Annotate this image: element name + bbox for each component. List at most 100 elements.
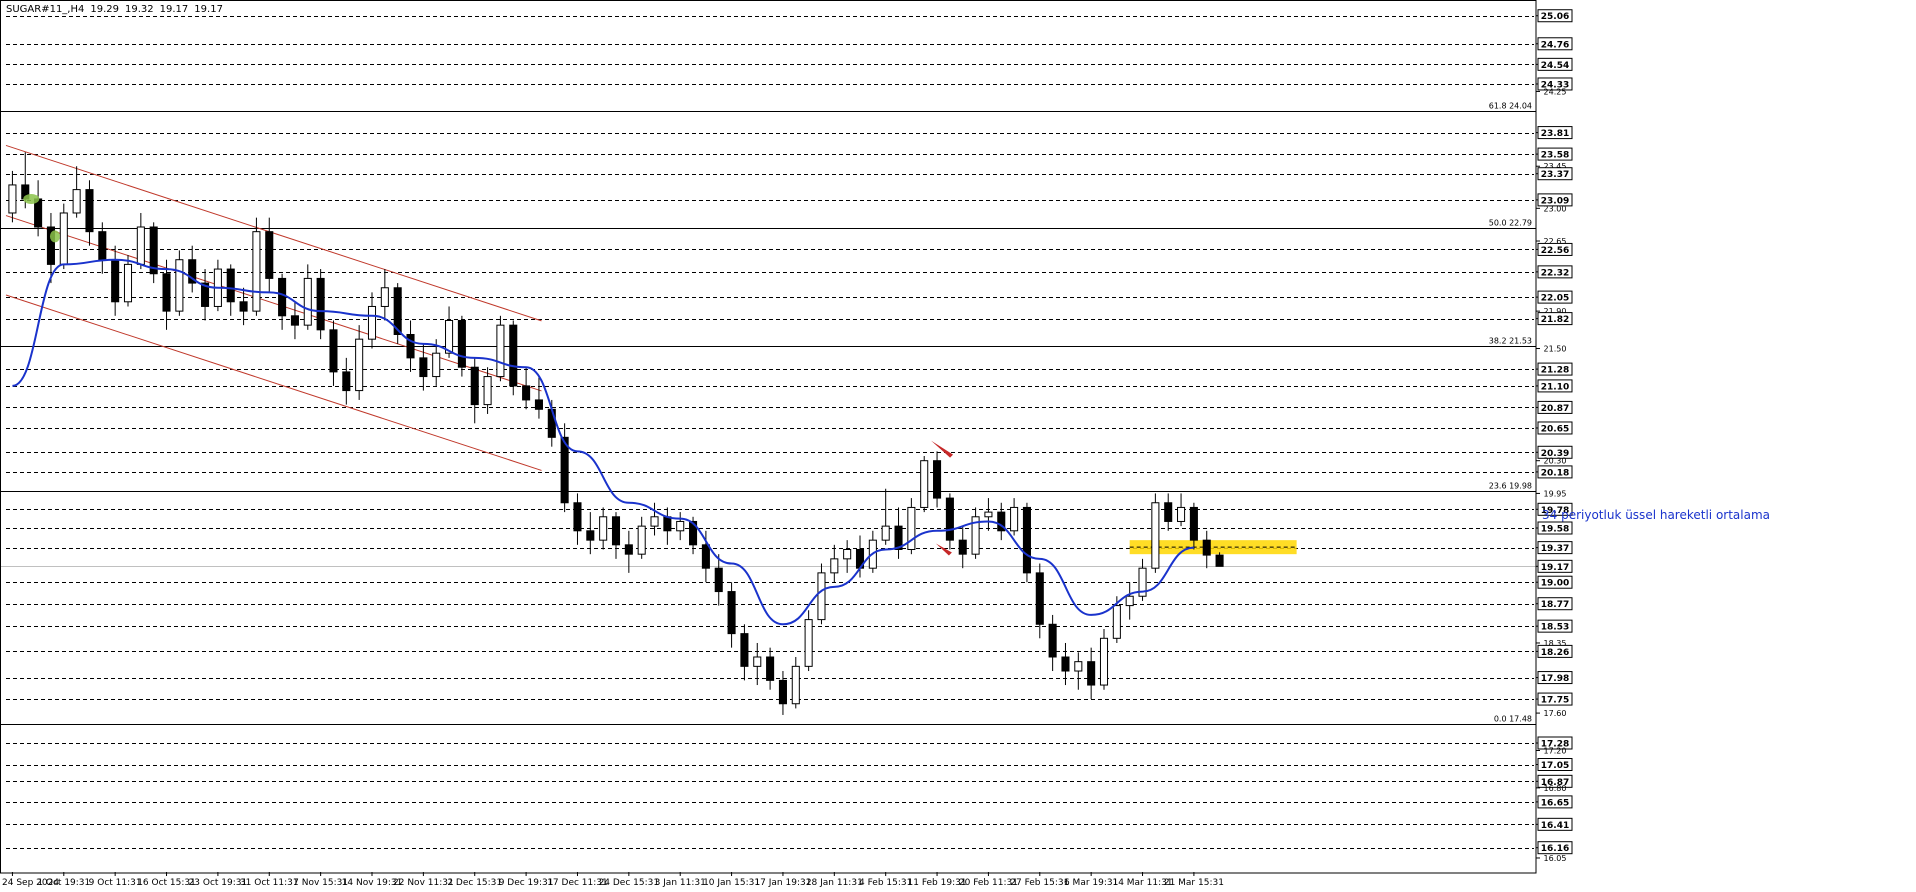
candle-body bbox=[920, 460, 929, 508]
candle-body bbox=[1125, 595, 1134, 607]
x-tick-label: 17 Jan 19:31 bbox=[754, 878, 811, 888]
candle[interactable] bbox=[252, 217, 261, 316]
candle-body bbox=[252, 231, 261, 312]
candle[interactable] bbox=[175, 250, 184, 316]
candle-body bbox=[547, 408, 556, 438]
y-tick-label: 18.26 bbox=[1541, 648, 1569, 658]
candle-body bbox=[342, 371, 351, 392]
x-tick-label: 4 Feb 15:31 bbox=[859, 878, 912, 888]
candle-body bbox=[509, 324, 518, 387]
candle-body bbox=[329, 329, 338, 373]
candle[interactable] bbox=[393, 283, 402, 344]
candle-body bbox=[714, 567, 723, 593]
y-tick-label: 20.18 bbox=[1541, 468, 1569, 478]
candle-body bbox=[496, 324, 505, 378]
candle-body bbox=[239, 301, 248, 312]
y-tick-label: 24.54 bbox=[1541, 61, 1569, 71]
green-marker bbox=[49, 230, 60, 243]
open-value: 19.29 bbox=[90, 4, 120, 15]
symbol-header: SUGAR#11_,H4 19.29 19.32 19.17 19.17 bbox=[6, 4, 229, 15]
candle-body bbox=[701, 544, 710, 569]
y-tick-label: 20.30 bbox=[1544, 457, 1567, 466]
x-tick-label: 23 Oct 19:31 bbox=[189, 878, 248, 888]
y-tick-label: 17.60 bbox=[1544, 709, 1567, 718]
candle-body bbox=[1177, 506, 1186, 522]
x-tick-label: 6 Mar 19:31 bbox=[1064, 878, 1118, 888]
x-tick-label: 31 Oct 11:31 bbox=[240, 878, 299, 888]
candle-body bbox=[162, 273, 171, 312]
candle-body bbox=[624, 544, 633, 555]
candle[interactable] bbox=[59, 203, 68, 270]
candle-body bbox=[573, 502, 582, 532]
candle[interactable] bbox=[920, 456, 929, 513]
candle-body bbox=[753, 656, 762, 667]
y-tick-label: 18.77 bbox=[1541, 600, 1569, 610]
candle-body bbox=[522, 385, 531, 401]
candle[interactable] bbox=[457, 315, 466, 377]
candle-body bbox=[843, 549, 852, 560]
candle-body bbox=[611, 516, 621, 546]
candle-body bbox=[1215, 554, 1224, 567]
y-tick-label: 18.53 bbox=[1541, 623, 1569, 633]
candle-body bbox=[380, 287, 389, 307]
x-tick-label: 10 Jan 15:31 bbox=[703, 878, 760, 888]
green-marker bbox=[23, 193, 40, 204]
candle[interactable] bbox=[804, 610, 813, 672]
symbol-name: SUGAR#11_,H4 bbox=[6, 4, 85, 15]
candle-body bbox=[907, 506, 916, 550]
candle-body bbox=[367, 305, 377, 340]
candle-body bbox=[1022, 506, 1031, 574]
y-tick-label: 17.75 bbox=[1541, 696, 1569, 706]
x-tick-label: 20 Feb 11:31 bbox=[959, 878, 1018, 888]
fibonacci-label: 50.0 22.79 bbox=[1489, 219, 1532, 228]
ema-annotation: 34 periyotluk üssel hareketli ortalama bbox=[1542, 508, 1770, 522]
candle-body bbox=[586, 530, 595, 541]
candle-body bbox=[766, 656, 775, 681]
candle[interactable] bbox=[509, 320, 518, 396]
x-tick-label: 9 Oct 11:31 bbox=[89, 878, 142, 888]
candle[interactable] bbox=[316, 269, 325, 340]
candle[interactable] bbox=[149, 222, 158, 284]
candle-body bbox=[265, 231, 274, 279]
candle[interactable] bbox=[496, 315, 505, 382]
candle-body bbox=[111, 259, 120, 303]
y-tick-label: 23.58 bbox=[1541, 151, 1569, 161]
x-tick-label: 16 Oct 15:31 bbox=[137, 878, 196, 888]
y-tick-label: 21.28 bbox=[1541, 366, 1569, 376]
candle-body bbox=[432, 352, 441, 378]
candle-body bbox=[1202, 539, 1211, 556]
candle[interactable] bbox=[1022, 502, 1031, 583]
y-tick-label: 23.37 bbox=[1541, 170, 1569, 180]
candle-body bbox=[984, 511, 993, 518]
candle-body bbox=[778, 679, 787, 705]
y-tick-label: 22.32 bbox=[1541, 268, 1569, 278]
candle-body bbox=[881, 525, 890, 541]
candle-body bbox=[1010, 506, 1019, 532]
y-tick-label: 16.16 bbox=[1541, 844, 1569, 854]
candle-body bbox=[1112, 605, 1121, 639]
candle-body bbox=[676, 520, 685, 532]
close-value: 19.17 bbox=[194, 4, 223, 15]
candle-body bbox=[791, 665, 800, 705]
candle-body bbox=[175, 259, 184, 312]
price-chart[interactable]: 61.8 24.04 50.0 22.79 38.2 21.53 23.6 19.98… bbox=[0, 0, 1916, 888]
candle-body bbox=[663, 516, 672, 532]
candle-body bbox=[1099, 637, 1109, 686]
y-tick-label: 16.80 bbox=[1544, 784, 1567, 793]
candle-body bbox=[59, 212, 68, 265]
y-tick-label: 21.10 bbox=[1541, 382, 1569, 392]
candle[interactable] bbox=[1099, 628, 1109, 690]
y-tick-label: 22.56 bbox=[1541, 246, 1569, 256]
candle-body bbox=[290, 315, 299, 326]
candle-body bbox=[419, 357, 428, 378]
chart-root[interactable]: 61.8 24.04 50.0 22.79 38.2 21.53 23.6 19.98… bbox=[0, 0, 1916, 888]
fibonacci-label: 38.2 21.53 bbox=[1489, 337, 1532, 346]
x-tick-label: 22 Nov 11:31 bbox=[393, 878, 454, 888]
x-tick-label: 3 Jan 11:31 bbox=[655, 878, 706, 888]
fibonacci-label: 0.0 17.48 bbox=[1494, 715, 1532, 724]
candle-body bbox=[34, 198, 43, 228]
fibonacci-label: 61.8 24.04 bbox=[1489, 102, 1532, 111]
candle[interactable] bbox=[1151, 493, 1160, 573]
candle-body bbox=[278, 277, 287, 317]
candle-body bbox=[830, 558, 839, 574]
